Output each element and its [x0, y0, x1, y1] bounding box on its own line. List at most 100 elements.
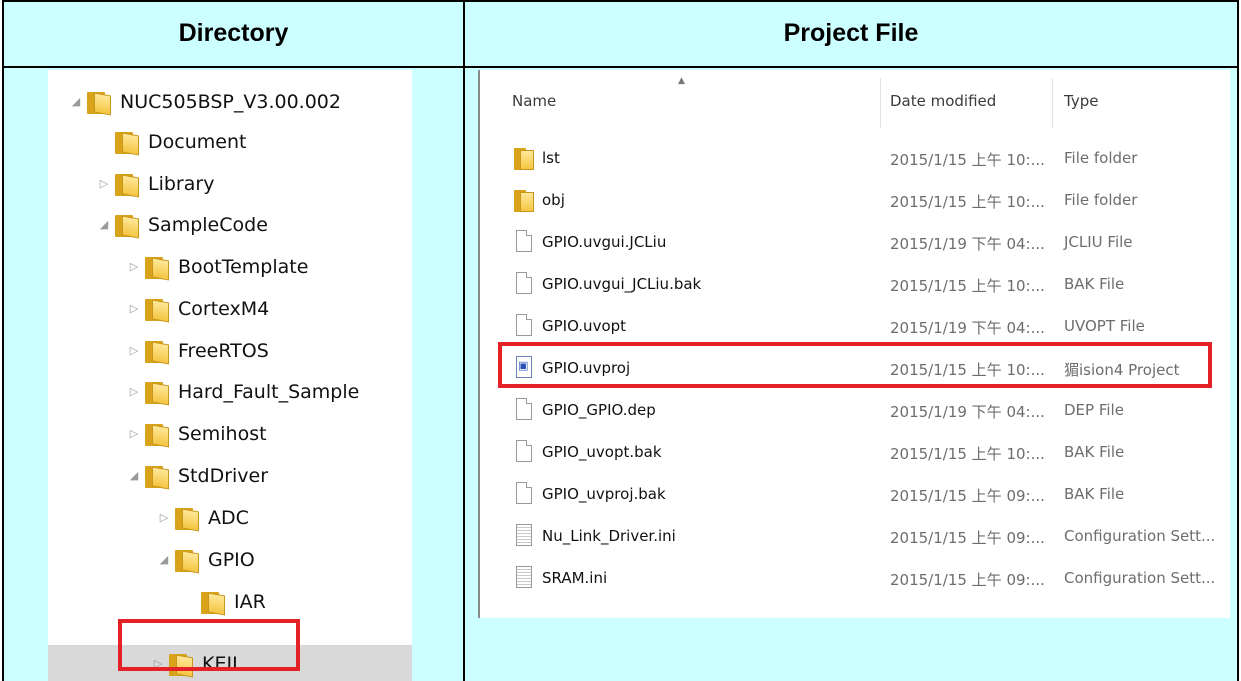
settings-file-icon: [516, 566, 532, 588]
tree-item-hard-fault-sample[interactable]: ▷ Hard_Fault_Sample: [126, 374, 359, 410]
file-row[interactable]: SRAM.ini 2015/1/15 上午 09:... Configurati…: [480, 558, 1220, 600]
file-date: 2015/1/15 上午 09:...: [890, 571, 1045, 589]
tree-item-label: Library: [148, 173, 215, 195]
column-header-name[interactable]: Name: [512, 92, 556, 110]
file-type: BAK File: [1064, 275, 1125, 293]
tree-item-label: Hard_Fault_Sample: [178, 381, 360, 403]
file-type: Configuration Sett...: [1064, 527, 1216, 545]
folder-icon: [174, 505, 200, 532]
tree-item-semihost[interactable]: ▷ Semihost: [126, 416, 267, 452]
file-row[interactable]: GPIO_GPIO.dep 2015/1/19 下午 04:... DEP Fi…: [480, 390, 1220, 432]
folder-icon: [144, 338, 170, 365]
tree-item-samplecode[interactable]: ◢ SampleCode: [96, 207, 268, 243]
tree-item-label: ADC: [208, 507, 249, 529]
tree-item-cortexm4[interactable]: ▷ CortexM4: [126, 291, 269, 327]
file-name: GPIO.uvgui_JCLiu.bak: [542, 275, 702, 293]
column-separator[interactable]: [880, 78, 881, 128]
file-name: GPIO.uvopt: [542, 317, 627, 335]
file-date: 2015/1/15 上午 09:...: [890, 487, 1045, 505]
expand-arrow-icon[interactable]: ◢: [126, 458, 142, 494]
column-divider: [463, 0, 465, 681]
file-row[interactable]: GPIO.uvgui_JCLiu.bak 2015/1/15 上午 10:...…: [480, 264, 1220, 306]
file-name: SRAM.ini: [542, 569, 608, 587]
folder-icon: [200, 589, 226, 616]
column-header-date-modified[interactable]: Date modified: [890, 92, 996, 110]
file-type: File folder: [1064, 149, 1138, 167]
expand-arrow-icon[interactable]: ▷: [156, 500, 172, 536]
tree-item-document[interactable]: Document: [96, 124, 246, 160]
file-row[interactable]: lst 2015/1/15 上午 10:... File folder: [480, 138, 1220, 180]
tree-item-label: Document: [148, 131, 247, 153]
folder-icon: [114, 129, 140, 156]
file-type: UVOPT File: [1064, 317, 1145, 335]
file-icon: [516, 482, 532, 504]
expand-arrow-icon[interactable]: ▷: [96, 166, 112, 202]
expand-arrow-icon[interactable]: ◢: [156, 542, 172, 578]
file-list: ▲ Name Date modified Type lst 2015/1/15 …: [478, 70, 1230, 618]
file-date: 2015/1/19 下午 04:...: [890, 319, 1045, 337]
file-icon: [516, 398, 532, 420]
expand-arrow-icon[interactable]: ▷: [126, 291, 142, 327]
column-header-type[interactable]: Type: [1064, 92, 1098, 110]
expand-arrow-icon[interactable]: ▷: [126, 374, 142, 410]
sort-ascending-icon: ▲: [678, 76, 685, 86]
file-row[interactable]: GPIO.uvgui.JCLiu 2015/1/19 下午 04:... JCL…: [480, 222, 1220, 264]
expand-arrow-icon[interactable]: ▷: [126, 249, 142, 285]
folder-icon: [144, 421, 170, 448]
file-name: Nu_Link_Driver.ini: [542, 527, 676, 545]
project-file-header: Project File: [783, 19, 919, 47]
folder-icon: [514, 146, 536, 170]
folder-icon: [514, 188, 536, 212]
directory-header: Directory: [178, 19, 289, 47]
file-type: DEP File: [1064, 401, 1124, 419]
tree-item-stddriver[interactable]: ◢ StdDriver: [126, 458, 268, 494]
file-name: GPIO_GPIO.dep: [542, 401, 656, 419]
tree-item-nuc505bsp[interactable]: ◢ NUC505BSP_V3.00.002: [68, 84, 341, 120]
expand-arrow-icon[interactable]: ▷: [126, 333, 142, 369]
file-type: Configuration Sett...: [1064, 569, 1216, 587]
file-type: BAK File: [1064, 485, 1125, 503]
file-icon: [516, 440, 532, 462]
tree-item-boottemplate[interactable]: ▷ BootTemplate: [126, 249, 308, 285]
tree-item-label: StdDriver: [178, 465, 269, 487]
tree-item-gpio[interactable]: ◢ GPIO: [156, 542, 255, 578]
keil-highlight-box: [118, 619, 300, 671]
column-separator[interactable]: [1052, 78, 1053, 128]
tree-item-label: GPIO: [208, 549, 255, 571]
file-date: 2015/1/15 上午 10:...: [890, 277, 1045, 295]
tree-item-adc[interactable]: ▷ ADC: [156, 500, 249, 536]
file-icon: [516, 230, 532, 252]
file-type: BAK File: [1064, 443, 1125, 461]
file-type: JCLIU File: [1064, 233, 1133, 251]
file-row[interactable]: GPIO_uvproj.bak 2015/1/15 上午 09:... BAK …: [480, 474, 1220, 516]
file-name: GPIO_uvopt.bak: [542, 443, 662, 461]
file-row[interactable]: Nu_Link_Driver.ini 2015/1/15 上午 09:... C…: [480, 516, 1220, 558]
folder-icon: [114, 171, 140, 198]
expand-arrow-icon[interactable]: ◢: [96, 207, 112, 243]
file-date: 2015/1/15 上午 10:...: [890, 445, 1045, 463]
tree-item-label: IAR: [234, 591, 266, 613]
file-date: 2015/1/15 上午 10:...: [890, 151, 1045, 169]
file-date: 2015/1/15 上午 10:...: [890, 193, 1045, 211]
tree-item-library[interactable]: ▷ Library: [96, 166, 214, 202]
expand-arrow-icon[interactable]: ◢: [68, 84, 84, 120]
expand-arrow-icon[interactable]: ▷: [126, 416, 142, 452]
file-row[interactable]: GPIO_uvopt.bak 2015/1/15 上午 10:... BAK F…: [480, 432, 1220, 474]
tree-item-label: FreeRTOS: [178, 340, 269, 362]
folder-icon: [144, 296, 170, 323]
file-row[interactable]: obj 2015/1/15 上午 10:... File folder: [480, 180, 1220, 222]
folder-icon: [144, 379, 170, 406]
file-name: GPIO_uvproj.bak: [542, 485, 666, 503]
file-date: 2015/1/19 下午 04:...: [890, 235, 1045, 253]
tree-item-iar[interactable]: IAR: [182, 584, 266, 620]
tree-item-freertos[interactable]: ▷ FreeRTOS: [126, 333, 269, 369]
table-border-left: [2, 0, 4, 681]
file-name: obj: [542, 191, 565, 209]
tree-item-label: Semihost: [178, 423, 267, 445]
folder-icon: [144, 463, 170, 490]
directory-tree: ◢ NUC505BSP_V3.00.002 Document ▷ Library…: [48, 70, 412, 681]
tree-item-label: BootTemplate: [178, 256, 309, 278]
file-date: 2015/1/19 下午 04:...: [890, 403, 1045, 421]
file-date: 2015/1/15 上午 09:...: [890, 529, 1045, 547]
file-icon: [516, 314, 532, 336]
